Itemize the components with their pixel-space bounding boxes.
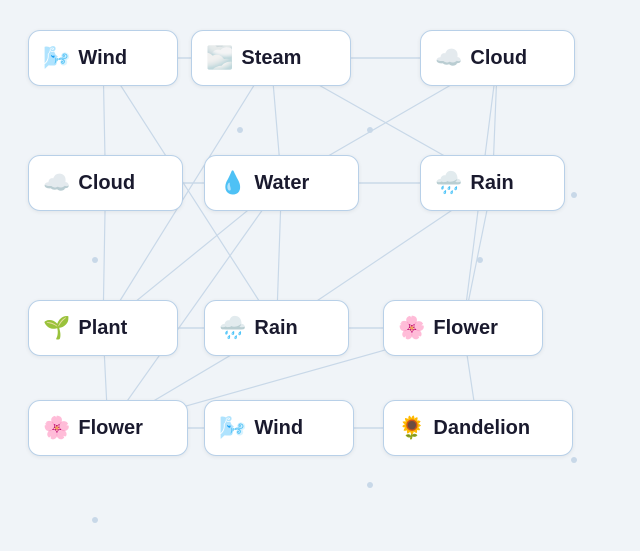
element-icon-wind1: 🌬️ [43, 47, 70, 69]
dot-decoration [92, 517, 98, 523]
element-card-cloud2[interactable]: ☁️ Cloud [28, 155, 183, 211]
dot-decoration [367, 127, 373, 133]
element-label-cloud1: Cloud [470, 47, 527, 70]
element-icon-dandelion1: 🌻 [398, 417, 425, 439]
element-icon-flower2: 🌸 [43, 417, 70, 439]
dot-decoration [92, 257, 98, 263]
dot-decoration [237, 127, 243, 133]
main-canvas: 🌬️ Wind 🌫️ Steam ☁️ Cloud ☁️ Cloud 💧 Water 🌧️ Rain 🌱… [0, 0, 640, 551]
element-card-dandelion1[interactable]: 🌻 Dandelion [383, 400, 573, 456]
element-label-cloud2: Cloud [78, 172, 135, 195]
element-icon-flower1: 🌸 [398, 317, 425, 339]
element-icon-steam1: 🌫️ [206, 47, 233, 69]
element-icon-rain2: 🌧️ [219, 317, 246, 339]
element-card-cloud1[interactable]: ☁️ Cloud [420, 30, 575, 86]
dot-decoration [571, 192, 577, 198]
element-label-rain2: Rain [254, 317, 297, 340]
element-card-rain1[interactable]: 🌧️ Rain [420, 155, 565, 211]
element-icon-water1: 💧 [219, 172, 246, 194]
element-icon-plant1: 🌱 [43, 317, 70, 339]
element-label-flower2: Flower [78, 417, 142, 440]
dot-decoration [571, 457, 577, 463]
element-icon-wind2: 🌬️ [219, 417, 246, 439]
element-card-water1[interactable]: 💧 Water [204, 155, 359, 211]
element-icon-rain1: 🌧️ [435, 172, 462, 194]
element-card-flower2[interactable]: 🌸 Flower [28, 400, 188, 456]
element-icon-cloud1: ☁️ [435, 47, 462, 69]
element-label-plant1: Plant [78, 317, 127, 340]
element-label-water1: Water [254, 172, 309, 195]
element-card-flower1[interactable]: 🌸 Flower [383, 300, 543, 356]
element-label-rain1: Rain [470, 172, 513, 195]
element-icon-cloud2: ☁️ [43, 172, 70, 194]
element-label-wind2: Wind [254, 417, 303, 440]
element-card-plant1[interactable]: 🌱 Plant [28, 300, 178, 356]
element-card-wind1[interactable]: 🌬️ Wind [28, 30, 178, 86]
element-label-wind1: Wind [78, 47, 127, 70]
element-label-steam1: Steam [241, 47, 301, 70]
element-card-steam1[interactable]: 🌫️ Steam [191, 30, 351, 86]
dot-decoration [367, 482, 373, 488]
element-label-flower1: Flower [433, 317, 497, 340]
element-card-wind2[interactable]: 🌬️ Wind [204, 400, 354, 456]
element-label-dandelion1: Dandelion [433, 417, 530, 440]
element-card-rain2[interactable]: 🌧️ Rain [204, 300, 349, 356]
dot-decoration [477, 257, 483, 263]
